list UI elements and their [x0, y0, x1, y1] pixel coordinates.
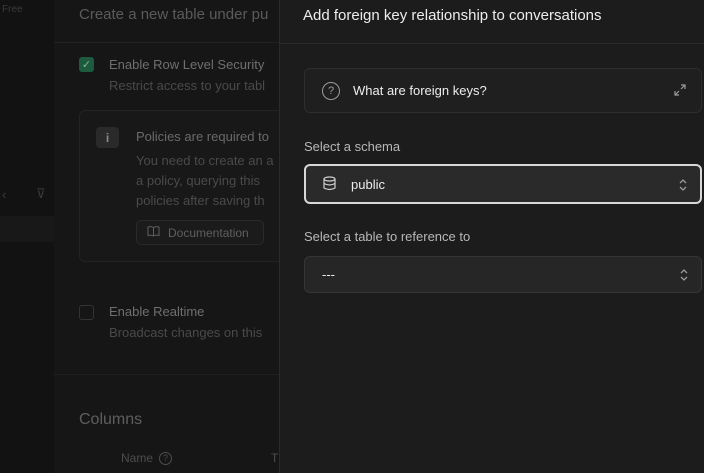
rls-description: Restrict access to your tabl: [109, 78, 266, 93]
table-value: ---: [322, 267, 335, 282]
column-header-name-label: Name: [121, 451, 154, 465]
rls-label: Enable Row Level Security: [109, 57, 265, 72]
realtime-description: Broadcast changes on this: [109, 325, 263, 340]
expand-icon[interactable]: [673, 83, 687, 97]
left-nav-highlight: [0, 216, 54, 242]
chevron-up-down-icon: [679, 267, 689, 283]
callout-line: You need to create an a: [136, 153, 274, 168]
help-icon: ?: [159, 451, 173, 465]
callout-line: policies after saving th: [136, 193, 265, 208]
plan-badge: Free: [2, 4, 23, 15]
schema-label: Select a schema: [304, 139, 401, 154]
database-icon: [322, 176, 337, 191]
faq-label: What are foreign keys?: [353, 83, 487, 98]
table-select[interactable]: ---: [304, 256, 702, 293]
realtime-checkbox: [79, 305, 94, 320]
columns-heading: Columns: [79, 411, 143, 428]
column-header-type: T: [271, 451, 279, 465]
schema-select[interactable]: public: [304, 164, 702, 204]
panel-header: Add foreign key relationship to conversa…: [280, 0, 704, 44]
table-label: Select a table to reference to: [304, 229, 471, 244]
panel-title: Add foreign key relationship to conversa…: [303, 7, 602, 24]
column-header-name: Name ?: [121, 451, 173, 465]
info-icon: i: [96, 127, 119, 148]
callout-line: a policy, querying this: [136, 173, 261, 188]
chevron-left-icon: ‹: [2, 187, 7, 202]
book-icon: [147, 225, 160, 240]
rls-checkbox: ✓: [79, 57, 94, 72]
title-divider: [54, 42, 280, 43]
foreign-key-panel: Add foreign key relationship to conversa…: [279, 0, 704, 473]
documentation-button: Documentation: [136, 220, 264, 245]
foreign-keys-faq[interactable]: ? What are foreign keys?: [304, 68, 702, 113]
callout-title: Policies are required to: [136, 129, 269, 144]
realtime-label: Enable Realtime: [109, 304, 205, 319]
schema-value: public: [351, 177, 385, 192]
question-circle-icon: ?: [322, 82, 340, 100]
documentation-label: Documentation: [168, 225, 249, 240]
table-editor-title: Create a new table under pu: [79, 6, 269, 23]
filter-icon: ⊽: [36, 186, 46, 201]
section-divider: [54, 374, 280, 375]
chevron-up-down-icon: [678, 177, 688, 193]
